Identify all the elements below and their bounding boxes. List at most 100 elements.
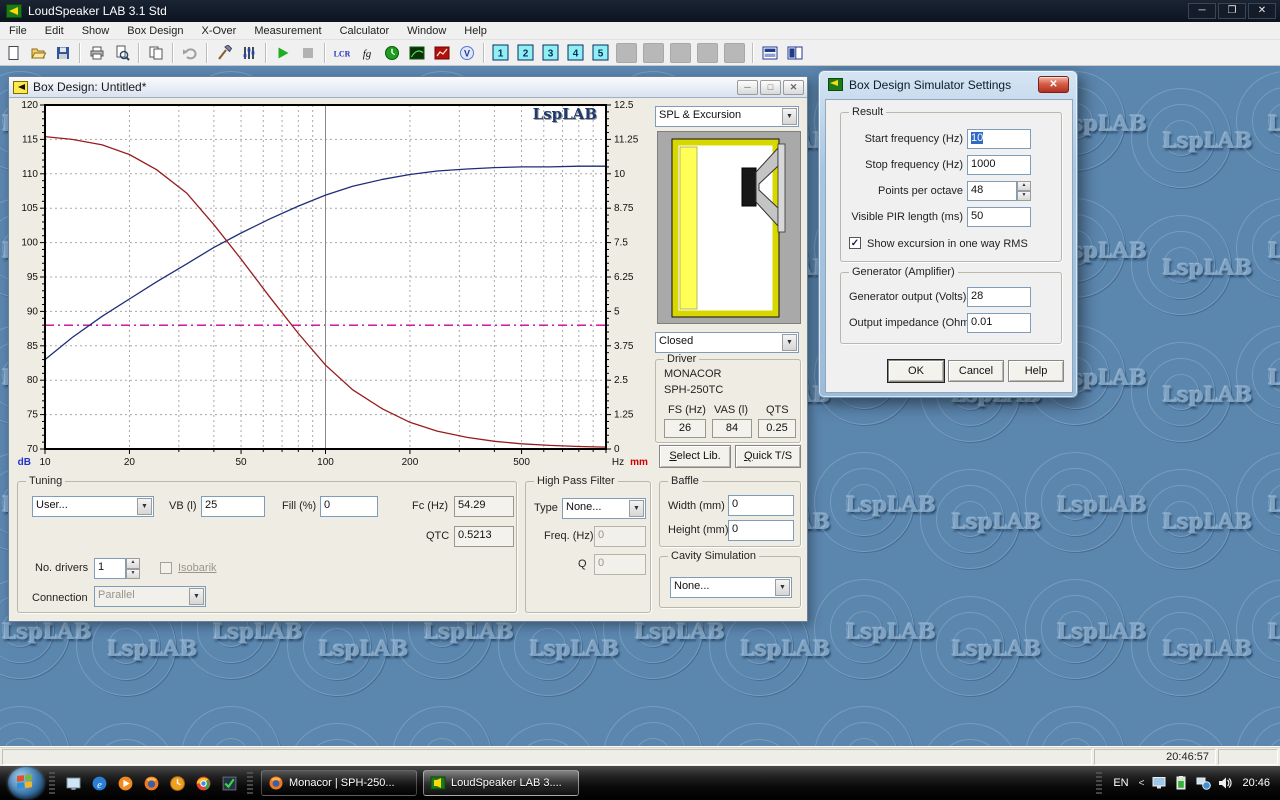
- menu-measurement[interactable]: Measurement: [245, 23, 330, 39]
- dialog-close-button[interactable]: ✕: [1038, 76, 1069, 93]
- view-selector-combo[interactable]: SPL & Excursion ▼: [655, 106, 799, 127]
- quicklaunch-grip[interactable]: [49, 772, 55, 794]
- svg-text:0: 0: [614, 444, 620, 455]
- tile-horizontal-button[interactable]: [758, 42, 781, 64]
- cavity-combo[interactable]: None... ▼: [670, 577, 792, 598]
- media-checker-icon[interactable]: [219, 773, 239, 793]
- hpf-type-combo[interactable]: None... ▼: [562, 498, 646, 519]
- speaker-icon: [13, 81, 28, 94]
- overlay-4-button[interactable]: 4: [564, 42, 587, 64]
- taskbar-task-2[interactable]: LoudSpeaker LAB 3....: [423, 770, 579, 796]
- internet-explorer-icon[interactable]: e: [89, 773, 109, 793]
- tuning-mode-combo[interactable]: User... ▼: [32, 496, 154, 517]
- svg-text:200: 200: [402, 457, 419, 468]
- green-analyzer-button[interactable]: [405, 42, 428, 64]
- menu-window[interactable]: Window: [398, 23, 455, 39]
- v-meter-button[interactable]: V: [455, 42, 478, 64]
- volume-tray-icon[interactable]: [1216, 775, 1234, 791]
- svg-text:90: 90: [27, 306, 39, 317]
- print-preview-button[interactable]: [110, 42, 133, 64]
- lcr-meter-button[interactable]: LCR: [330, 42, 353, 64]
- copy-button[interactable]: [144, 42, 167, 64]
- chevron-down-icon[interactable]: ▼: [782, 334, 797, 351]
- cancel-button[interactable]: Cancel: [948, 360, 1004, 382]
- open-file-button[interactable]: [26, 42, 49, 64]
- tools-icon: [216, 45, 232, 61]
- help-button[interactable]: Help: [1008, 360, 1064, 382]
- chevron-down-icon[interactable]: ▼: [137, 498, 152, 515]
- minimize-button[interactable]: ─: [1188, 3, 1216, 19]
- isobarik-checkbox[interactable]: [160, 562, 172, 574]
- menu-calculator[interactable]: Calculator: [331, 23, 399, 39]
- language-indicator[interactable]: EN: [1113, 777, 1128, 789]
- baffle-width-input[interactable]: 0: [728, 495, 794, 516]
- tile-vertical-button[interactable]: [783, 42, 806, 64]
- child-minimize-button[interactable]: ─: [737, 80, 758, 95]
- output-impedance-input[interactable]: 0.01: [967, 313, 1031, 333]
- taskbar-task-1[interactable]: Monacor | SPH-250...: [261, 770, 417, 796]
- show-excursion-checkbox[interactable]: ✓: [849, 237, 861, 249]
- clock-app-icon[interactable]: [167, 773, 187, 793]
- generator-output-label: Generator output (Volts): [849, 291, 966, 303]
- box-design-titlebar[interactable]: Box Design: Untitled* ─ □ ✕: [9, 77, 807, 98]
- meter-button[interactable]: [380, 42, 403, 64]
- no-drivers-spinner[interactable]: ▲▼: [126, 558, 140, 579]
- fill-input[interactable]: 0: [320, 496, 378, 517]
- tray-chevron[interactable]: <: [1139, 778, 1145, 789]
- taskband-grip[interactable]: [247, 772, 253, 794]
- generator-button[interactable]: fg: [355, 42, 378, 64]
- play-button[interactable]: [271, 42, 294, 64]
- no-drivers-input[interactable]: 1: [94, 558, 126, 579]
- chevron-down-icon[interactable]: ▼: [629, 500, 644, 517]
- start-frequency-input[interactable]: 10: [967, 129, 1031, 149]
- network-tray-icon[interactable]: [1194, 775, 1212, 791]
- spin-down-icon: ▼: [1017, 191, 1031, 201]
- child-maximize-button[interactable]: □: [760, 80, 781, 95]
- tray-grip[interactable]: [1096, 772, 1102, 794]
- new-file-button[interactable]: [1, 42, 24, 64]
- overlay-2-button[interactable]: 2: [514, 42, 537, 64]
- menu-edit[interactable]: Edit: [36, 23, 73, 39]
- mixer-button[interactable]: [237, 42, 260, 64]
- firefox-icon[interactable]: [141, 773, 161, 793]
- generator-output-input[interactable]: 28: [967, 287, 1031, 307]
- battery-tray-icon[interactable]: [1172, 775, 1190, 791]
- watermark-ring: [1131, 723, 1231, 746]
- close-button[interactable]: ✕: [1248, 3, 1276, 19]
- fg-icon: fg: [359, 45, 375, 61]
- chevron-down-icon[interactable]: ▼: [782, 108, 797, 125]
- vb-input[interactable]: 25: [201, 496, 265, 517]
- undo-button[interactable]: [178, 42, 201, 64]
- menu-x-over[interactable]: X-Over: [193, 23, 246, 39]
- restore-button[interactable]: ❐: [1218, 3, 1246, 19]
- baffle-height-input[interactable]: 0: [728, 520, 794, 541]
- ok-button[interactable]: OK: [888, 360, 944, 382]
- overlay-3-button[interactable]: 3: [539, 42, 562, 64]
- menu-help[interactable]: Help: [455, 23, 496, 39]
- select-lib-button[interactable]: Select Lib.: [659, 445, 731, 468]
- save-button[interactable]: [51, 42, 74, 64]
- points-per-octave-input[interactable]: 48: [967, 181, 1017, 201]
- media-player-icon[interactable]: [115, 773, 135, 793]
- red-analyzer-button[interactable]: [430, 42, 453, 64]
- display-tray-icon[interactable]: [1150, 775, 1168, 791]
- chrome-icon[interactable]: [193, 773, 213, 793]
- tools-button[interactable]: [212, 42, 235, 64]
- chevron-down-icon[interactable]: ▼: [775, 579, 790, 596]
- visible-pir-length-input[interactable]: 50: [967, 207, 1031, 227]
- menu-show[interactable]: Show: [73, 23, 119, 39]
- menu-file[interactable]: File: [0, 23, 36, 39]
- child-close-button[interactable]: ✕: [783, 80, 804, 95]
- quick-ts-button[interactable]: Quick T/S: [735, 445, 801, 468]
- print-button[interactable]: [85, 42, 108, 64]
- overlay-1-button[interactable]: 1: [489, 42, 512, 64]
- box-type-combo[interactable]: Closed ▼: [655, 332, 799, 353]
- start-button[interactable]: [8, 767, 44, 799]
- stop-button[interactable]: [296, 42, 319, 64]
- status-bar: 20:46:57: [0, 746, 1280, 766]
- overlay-5-button[interactable]: 5: [589, 42, 612, 64]
- menu-box-design[interactable]: Box Design: [118, 23, 192, 39]
- show-desktop-icon[interactable]: [63, 773, 83, 793]
- stop-frequency-input[interactable]: 1000: [967, 155, 1031, 175]
- points-per-octave-spinner[interactable]: ▲▼: [1017, 181, 1031, 201]
